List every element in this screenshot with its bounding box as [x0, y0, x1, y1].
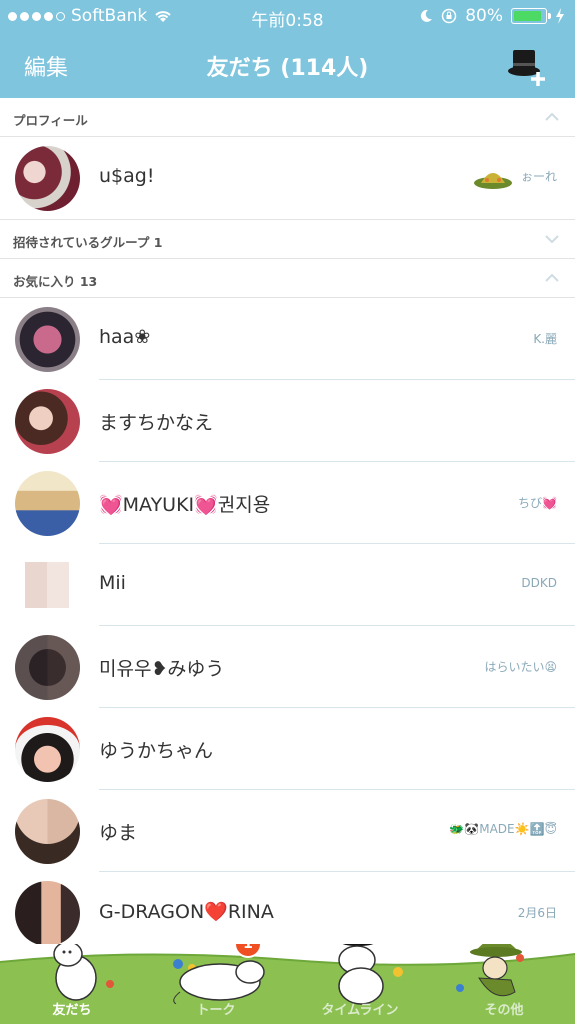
moon-icon — [421, 9, 433, 22]
chevron-up-icon[interactable] — [545, 271, 559, 285]
friends-list[interactable]: プロフィール u$ag! ぉーれ 招待されているグループ 1 お気に入り 13 … — [0, 98, 575, 944]
section-label: プロフィール — [13, 113, 88, 128]
section-label: 招待されているグループ 1 — [13, 235, 163, 250]
friend-row[interactable]: ますちかなえ — [0, 380, 575, 462]
battery-icon — [511, 8, 551, 24]
top-hat-add-icon[interactable] — [505, 44, 549, 88]
section-label: お気に入り 13 — [13, 274, 98, 289]
friend-status-message: ちび💓 — [518, 496, 557, 510]
friend-status-message: DDKD — [521, 576, 557, 590]
nav-header: 編集 友だち (114人) — [0, 34, 575, 98]
status-bar: SoftBank 午前0:58 80% — [0, 0, 575, 34]
moomin-timeline-icon — [338, 944, 384, 1005]
avatar — [15, 717, 80, 782]
section-header-invited-groups[interactable]: 招待されているグループ 1 — [0, 220, 575, 259]
friend-name: ゆま — [99, 822, 138, 844]
friend-name: 미유우❥みゆう — [99, 658, 225, 680]
friend-name: haa❀ — [99, 326, 151, 348]
section-header-favorites[interactable]: お気に入り 13 — [0, 259, 575, 298]
tab-timeline[interactable]: タイムライン — [300, 999, 420, 1018]
friend-row[interactable]: ゆうかちゃん — [0, 708, 575, 790]
profile-row[interactable]: u$ag! ぉーれ — [0, 137, 575, 220]
avatar — [15, 799, 80, 864]
avatar — [15, 881, 80, 944]
moomin-friends-icon — [53, 944, 97, 1001]
charging-icon — [556, 8, 564, 24]
avatar — [15, 307, 80, 372]
friend-row[interactable]: ゆま 🐲🐼MADE☀️🔝😇 — [0, 790, 575, 872]
chevron-down-icon[interactable] — [545, 232, 559, 246]
snufkin-other-icon — [470, 944, 522, 997]
profile-status-message: ぉーれ — [520, 169, 557, 184]
friend-name: ますちかなえ — [99, 412, 214, 434]
avatar — [25, 562, 69, 608]
friend-status-message: 2月6日 — [517, 906, 557, 920]
friend-name: 💓MAYUKI💓권지용 — [99, 494, 271, 516]
tab-talk[interactable]: トーク — [156, 999, 276, 1018]
friend-row[interactable]: haa❀ K.麗 — [0, 298, 575, 380]
friend-row[interactable]: G-DRAGON❤️RINA 2月6日 — [0, 872, 575, 944]
avatar — [15, 389, 80, 454]
battery-percent: 80% — [465, 6, 503, 26]
section-header-profile[interactable]: プロフィール — [0, 98, 575, 137]
rotation-lock-icon — [441, 8, 457, 24]
friend-row[interactable]: 미유우❥みゆう はらいたい😫 — [0, 626, 575, 708]
friend-name: Mii — [99, 572, 126, 594]
friend-status-message: はらいたい😫 — [484, 660, 557, 674]
friend-row[interactable]: 💓MAYUKI💓권지용 ちび💓 — [0, 462, 575, 544]
tab-bar: 友だち トーク 1 タイムライン その他 — [0, 944, 575, 1024]
friend-name: ゆうかちゃん — [99, 740, 214, 762]
friend-name: G-DRAGON❤️RINA — [99, 901, 274, 923]
avatar — [15, 471, 80, 536]
page-title: 友だち (114人) — [206, 56, 369, 81]
profile-name: u$ag! — [99, 165, 155, 187]
avatar — [15, 635, 80, 700]
friend-status-message: K.麗 — [533, 332, 557, 346]
tab-other[interactable]: その他 — [444, 999, 564, 1018]
chevron-up-icon[interactable] — [545, 110, 559, 124]
moomin-talk-icon — [173, 960, 265, 1004]
tab-friends[interactable]: 友だち — [12, 999, 132, 1018]
friend-status-message: 🐲🐼MADE☀️🔝😇 — [449, 822, 557, 836]
straw-hat-icon — [474, 173, 513, 189]
friend-row[interactable]: Mii DDKD — [0, 544, 575, 626]
avatar — [15, 146, 80, 211]
